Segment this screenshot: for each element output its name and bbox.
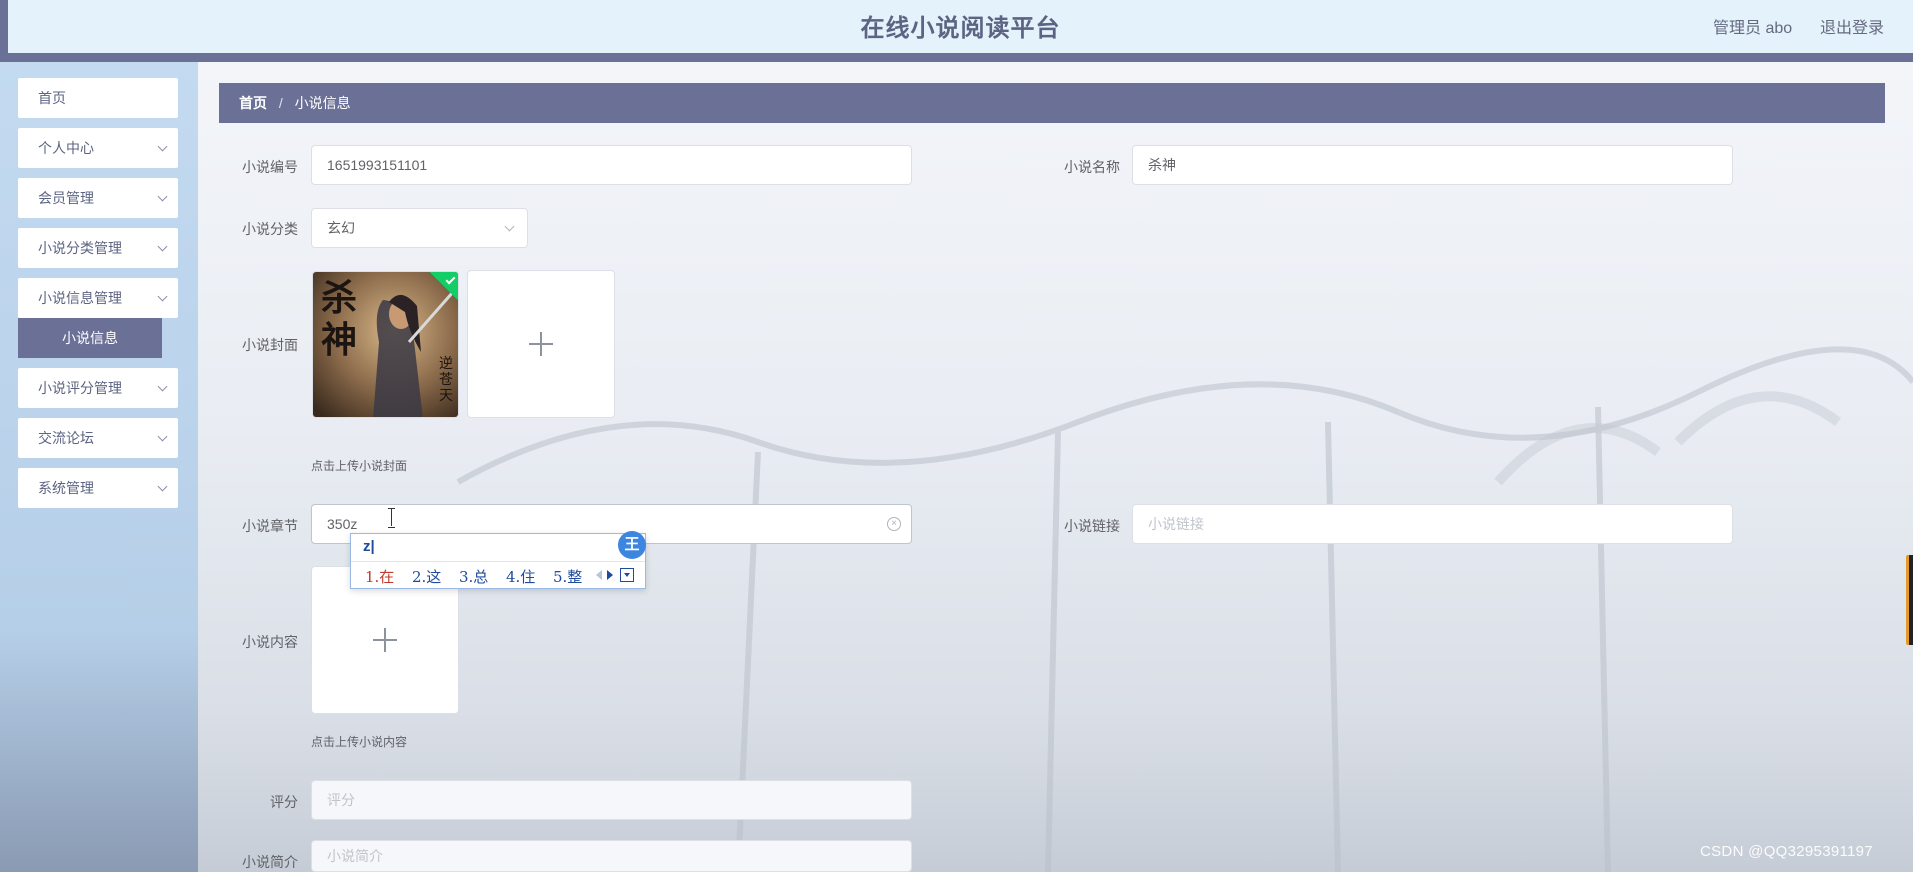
ime-candidate[interactable]: 3.总 <box>459 566 488 587</box>
cover-upload-hint: 点击上传小说封面 <box>311 459 408 473</box>
sidebar-item-system-management[interactable]: 系统管理 <box>18 468 178 508</box>
chevron-down-icon <box>157 381 168 392</box>
ime-candidate[interactable]: 4.住 <box>506 566 535 587</box>
content-label: 小说内容 <box>242 634 298 650</box>
sidebar-item-personal-center[interactable]: 个人中心 <box>18 128 178 168</box>
breadcrumb-current: 小说信息 <box>294 95 351 111</box>
sidebar-item-home[interactable]: 首页 <box>18 78 178 118</box>
header-bar: 在线小说阅读平台 管理员 abo 退出登录 <box>8 0 1913 53</box>
sidebar-item-label: 小说信息管理 <box>38 290 122 306</box>
ime-composition: z| <box>363 538 375 555</box>
category-selected-value: 玄幻 <box>327 220 355 236</box>
ime-logo-icon: 王 <box>618 531 646 559</box>
sidebar-item-rating-management[interactable]: 小说评分管理 <box>18 368 178 408</box>
current-user: 管理员 abo <box>1713 20 1793 37</box>
edge-widget-bar <box>1909 555 1913 645</box>
ime-prev-page-icon[interactable] <box>596 570 602 580</box>
cover-upload-button[interactable] <box>467 270 615 418</box>
sidebar-item-forum[interactable]: 交流论坛 <box>18 418 178 458</box>
text-cursor-icon <box>388 508 396 528</box>
sidebar-item-member-management[interactable]: 会员管理 <box>18 178 178 218</box>
novel-id-label: 小说编号 <box>242 159 298 175</box>
intro-label: 小说简介 <box>242 854 298 870</box>
plus-icon <box>529 332 553 356</box>
ime-candidate[interactable]: 1.在 <box>365 566 394 587</box>
cover-label: 小说封面 <box>242 337 298 353</box>
link-input[interactable]: 小说链接 <box>1132 504 1733 544</box>
breadcrumb-home[interactable]: 首页 <box>239 95 267 111</box>
content-upload-hint: 点击上传小说内容 <box>311 735 408 749</box>
sidebar-item-label: 首页 <box>38 90 66 106</box>
cover-title-char: 杀 <box>321 277 358 319</box>
chevron-down-icon <box>157 191 168 202</box>
top-header: 在线小说阅读平台 管理员 abo 退出登录 <box>0 0 1913 62</box>
category-label: 小说分类 <box>242 221 298 237</box>
category-select[interactable]: 玄幻 <box>311 208 528 248</box>
score-input[interactable]: 评分 <box>311 780 912 820</box>
sidebar-item-label: 小说分类管理 <box>38 240 122 256</box>
chevron-down-icon <box>157 141 168 152</box>
cover-author: 逆苍天 <box>439 356 453 404</box>
sidebar-item-label: 小说评分管理 <box>38 380 122 396</box>
chapter-label: 小说章节 <box>242 518 298 534</box>
chevron-down-icon <box>504 221 515 232</box>
breadcrumb-separator: / <box>278 95 283 111</box>
sidebar-subitem-novel-info[interactable]: 小说信息 <box>18 318 162 358</box>
plus-icon <box>373 628 397 652</box>
ime-candidate-window: z| 1.在 2.这 3.总 4.住 5.整 <box>350 533 646 589</box>
ime-candidate[interactable]: 5.整 <box>553 566 582 587</box>
ime-divider <box>351 561 645 562</box>
link-label: 小说链接 <box>1064 518 1120 534</box>
score-label: 评分 <box>270 794 298 810</box>
clear-icon[interactable]: × <box>887 517 901 531</box>
cover-title-char: 神 <box>321 319 358 361</box>
chevron-down-icon <box>157 481 168 492</box>
ime-expand-icon[interactable] <box>620 568 634 582</box>
chevron-down-icon <box>157 431 168 442</box>
ime-next-page-icon[interactable] <box>607 570 613 580</box>
cover-thumbnail[interactable]: 杀 神 逆苍天 <box>312 271 459 418</box>
watermark: CSDN @QQ3295391197 <box>1700 843 1873 860</box>
chapter-value: 350z <box>327 516 358 532</box>
sidebar-item-label: 会员管理 <box>38 190 94 206</box>
site-title: 在线小说阅读平台 <box>860 15 1061 42</box>
chevron-down-icon <box>157 241 168 252</box>
logout-link[interactable]: 退出登录 <box>1820 14 1884 38</box>
chevron-down-icon <box>157 291 168 302</box>
breadcrumb: 首页 / 小说信息 <box>219 83 1885 123</box>
sidebar-item-label: 交流论坛 <box>38 430 94 446</box>
sidebar-item-category-management[interactable]: 小说分类管理 <box>18 228 178 268</box>
novel-id-input[interactable]: 1651993151101 <box>311 145 912 185</box>
novel-name-label: 小说名称 <box>1064 159 1120 175</box>
sidebar-item-novel-info-management[interactable]: 小说信息管理 <box>18 278 178 318</box>
novel-name-input[interactable]: 杀神 <box>1132 145 1733 185</box>
intro-input[interactable]: 小说简介 <box>311 840 912 872</box>
sidebar-item-label: 个人中心 <box>38 140 94 156</box>
sidebar-item-label: 系统管理 <box>38 480 94 496</box>
sidebar: 首页 个人中心 会员管理 小说分类管理 小说信息管理 小说信息 小说评分管理 交… <box>0 62 198 872</box>
ime-candidate[interactable]: 2.这 <box>412 566 441 587</box>
